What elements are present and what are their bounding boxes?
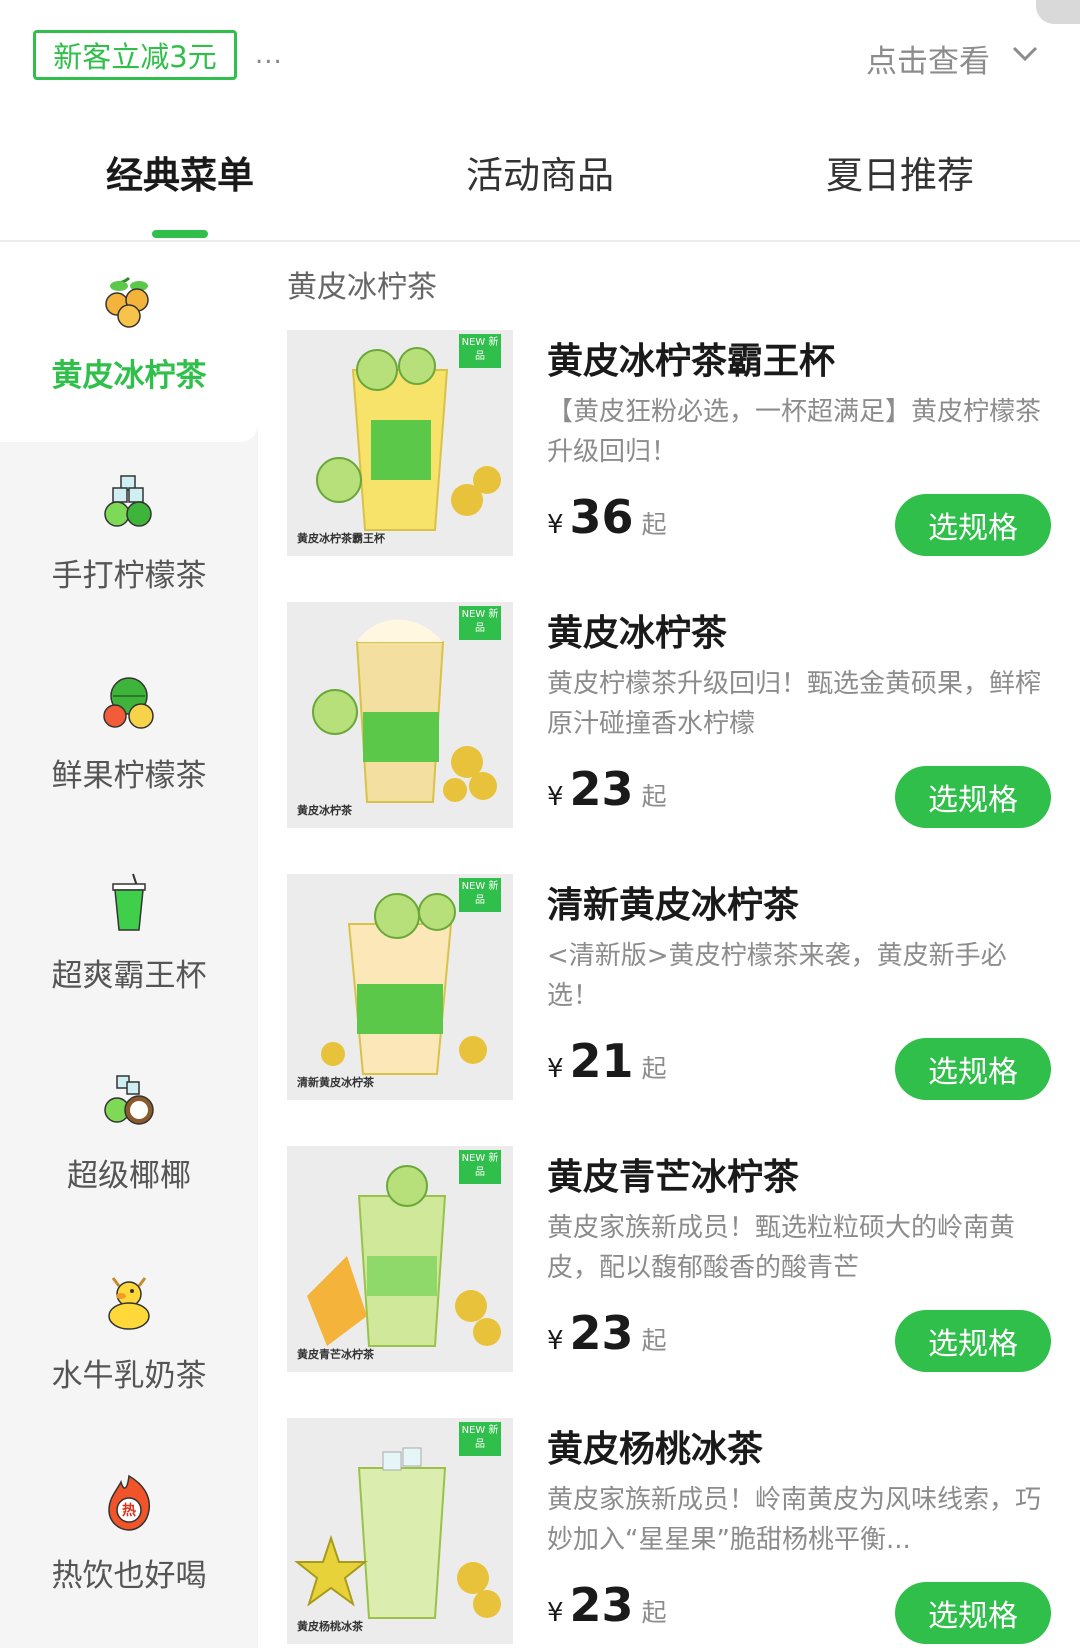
product-image[interactable]: NEW 新品 黄皮冰柠茶霸王杯 <box>287 330 513 556</box>
sidebar-item-label: 鲜果柠檬茶 <box>51 758 207 794</box>
category-sidebar: 黄皮冰柠茶 手打柠檬茶 鲜果柠檬茶 超爽霸王杯 超级椰椰 水牛乳奶茶 热 热饮也… <box>0 242 258 1648</box>
product-card[interactable]: NEW 新品 黄皮冰柠茶霸王杯 黄皮冰柠茶霸王杯 【黄皮狂粉必选，一杯超满足】黄… <box>287 330 1057 560</box>
sidebar-item-huangpi-lemon-tea[interactable]: 黄皮冰柠茶 <box>0 242 258 442</box>
product-price: ¥21 起 <box>547 1034 667 1088</box>
currency-symbol: ¥ <box>547 782 564 812</box>
product-name[interactable]: 黄皮冰柠茶霸王杯 <box>547 332 835 384</box>
active-tab-indicator <box>152 230 208 238</box>
hot-drink-icon: 热 <box>108 1474 151 1531</box>
tab-classic-menu[interactable]: 经典菜单 <box>50 145 310 199</box>
product-price: ¥23 起 <box>547 1306 667 1360</box>
currency-symbol: ¥ <box>547 1054 564 1084</box>
cup-icon <box>112 873 146 931</box>
sidebar-item-hot-drinks[interactable]: 热 热饮也好喝 <box>0 1442 258 1642</box>
cup-label: 清新黄皮冰柠茶 <box>297 1076 374 1089</box>
section-title: 黄皮冰柠茶 <box>287 270 437 305</box>
sidebar-item-label: 超爽霸王杯 <box>51 958 207 994</box>
currency-symbol: ¥ <box>547 1326 564 1356</box>
promo-view-link[interactable]: 点击查看 <box>866 36 990 81</box>
product-price: ¥23 起 <box>547 762 667 816</box>
cup-label: 黄皮青芒冰柠茶 <box>297 1348 374 1361</box>
new-badge: NEW 新品 <box>459 1150 501 1184</box>
select-spec-button[interactable]: 选规格 <box>895 494 1051 556</box>
product-description: 黄皮家族新成员！甄选粒粒硕大的岭南黄皮，配以馥郁酸香的酸青芒 <box>547 1213 1016 1283</box>
price-value: 21 <box>569 1034 634 1088</box>
select-spec-button[interactable]: 选规格 <box>895 1038 1051 1100</box>
price-value: 23 <box>569 1578 634 1632</box>
price-suffix: 起 <box>641 1054 667 1083</box>
sidebar-item-label: 水牛乳奶茶 <box>51 1358 207 1394</box>
price-value: 23 <box>569 1306 634 1360</box>
product-description: 黄皮柠檬茶升级回归！甄选金黄硕果，鲜榨原汁碰撞香水柠檬 <box>547 669 1042 739</box>
yellow-fruit-icon <box>105 276 149 328</box>
product-price: ¥36 起 <box>547 490 667 544</box>
price-suffix: 起 <box>641 1598 667 1627</box>
product-card[interactable]: NEW 新品 清新黄皮冰柠茶 清新黄皮冰柠茶 <清新版>黄皮柠檬茶来袭，黄皮新手… <box>287 874 1057 1104</box>
new-badge: NEW 新品 <box>459 878 501 912</box>
price-suffix: 起 <box>641 510 667 539</box>
lemon-ice-icon <box>104 475 152 527</box>
product-description: <清新版>黄皮柠檬茶来袭，黄皮新手必选！ <box>547 941 1007 1011</box>
product-card[interactable]: NEW 新品 黄皮冰柠茶 黄皮冰柠茶 黄皮柠檬茶升级回归！甄选金黄硕果，鲜榨原汁… <box>287 602 1057 832</box>
chevron-down-icon[interactable] <box>1010 42 1040 66</box>
product-image[interactable]: NEW 新品 黄皮冰柠茶 <box>287 602 513 828</box>
new-badge: NEW 新品 <box>459 1422 501 1456</box>
product-image[interactable]: NEW 新品 清新黄皮冰柠茶 <box>287 874 513 1100</box>
fruit-mix-icon <box>103 677 154 729</box>
product-image[interactable]: NEW 新品 黄皮青芒冰柠茶 <box>287 1146 513 1372</box>
sidebar-item-super-coconut[interactable]: 超级椰椰 <box>0 1042 258 1242</box>
price-value: 36 <box>569 490 634 544</box>
sidebar-item-label: 黄皮冰柠茶 <box>51 358 207 394</box>
sidebar-item-hand-lemon-tea[interactable]: 手打柠檬茶 <box>0 442 258 642</box>
corner-decoration <box>1036 0 1080 24</box>
new-customer-coupon-tag[interactable]: 新客立减3元 <box>33 30 237 80</box>
tab-promotion-items[interactable]: 活动商品 <box>410 145 670 199</box>
currency-symbol: ¥ <box>547 1598 564 1628</box>
select-spec-button[interactable]: 选规格 <box>895 1310 1051 1372</box>
select-spec-button[interactable]: 选规格 <box>895 766 1051 828</box>
sidebar-item-buffalo-milk-tea[interactable]: 水牛乳奶茶 <box>0 1242 258 1442</box>
svg-text:热: 热 <box>122 1502 136 1519</box>
product-description: 黄皮家族新成员！岭南黄皮为风味线索，巧妙加入“星星果”脆甜杨桃平衡... <box>547 1485 1042 1555</box>
price-suffix: 起 <box>641 782 667 811</box>
sidebar-item-super-cup[interactable]: 超爽霸王杯 <box>0 842 258 1042</box>
product-description: 【黄皮狂粉必选，一杯超满足】黄皮柠檬茶升级回归！ <box>547 397 1042 467</box>
sidebar-item-label: 手打柠檬茶 <box>51 558 207 594</box>
cup-label: 黄皮冰柠茶霸王杯 <box>297 532 385 545</box>
select-spec-button[interactable]: 选规格 <box>895 1582 1051 1644</box>
product-card[interactable]: NEW 新品 黄皮青芒冰柠茶 黄皮青芒冰柠茶 黄皮家族新成员！甄选粒粒硕大的岭南… <box>287 1146 1057 1376</box>
sidebar-item-fresh-fruit-lemon-tea[interactable]: 鲜果柠檬茶 <box>0 642 258 842</box>
product-name[interactable]: 清新黄皮冰柠茶 <box>547 876 799 928</box>
product-name[interactable]: 黄皮冰柠茶 <box>547 604 727 656</box>
promo-more-dots: ... <box>255 40 283 70</box>
currency-symbol: ¥ <box>547 510 564 540</box>
promo-bar: 新客立减3元 ... 点击查看 <box>0 0 1080 110</box>
product-name[interactable]: 黄皮杨桃冰茶 <box>547 1420 763 1472</box>
product-name[interactable]: 黄皮青芒冰柠茶 <box>547 1148 799 1200</box>
price-suffix: 起 <box>641 1326 667 1355</box>
product-image[interactable]: NEW 新品 黄皮杨桃冰茶 <box>287 1418 513 1644</box>
cup-label: 黄皮杨桃冰茶 <box>297 1620 363 1633</box>
menu-tabs: 经典菜单 活动商品 夏日推荐 <box>0 120 1080 242</box>
new-badge: NEW 新品 <box>459 606 501 640</box>
product-price: ¥23 起 <box>547 1578 667 1632</box>
duck-icon <box>108 1277 150 1330</box>
tab-summer-picks[interactable]: 夏日推荐 <box>770 145 1030 199</box>
sidebar-item-label: 超级椰椰 <box>67 1158 191 1194</box>
product-card[interactable]: NEW 新品 黄皮杨桃冰茶 黄皮杨桃冰茶 黄皮家族新成员！岭南黄皮为风味线索，巧… <box>287 1418 1057 1648</box>
sidebar-item-label: 热饮也好喝 <box>51 1558 207 1594</box>
new-badge: NEW 新品 <box>459 334 501 368</box>
cup-label: 黄皮冰柠茶 <box>297 804 352 817</box>
price-value: 23 <box>569 762 634 816</box>
coconut-icon <box>104 1075 154 1125</box>
